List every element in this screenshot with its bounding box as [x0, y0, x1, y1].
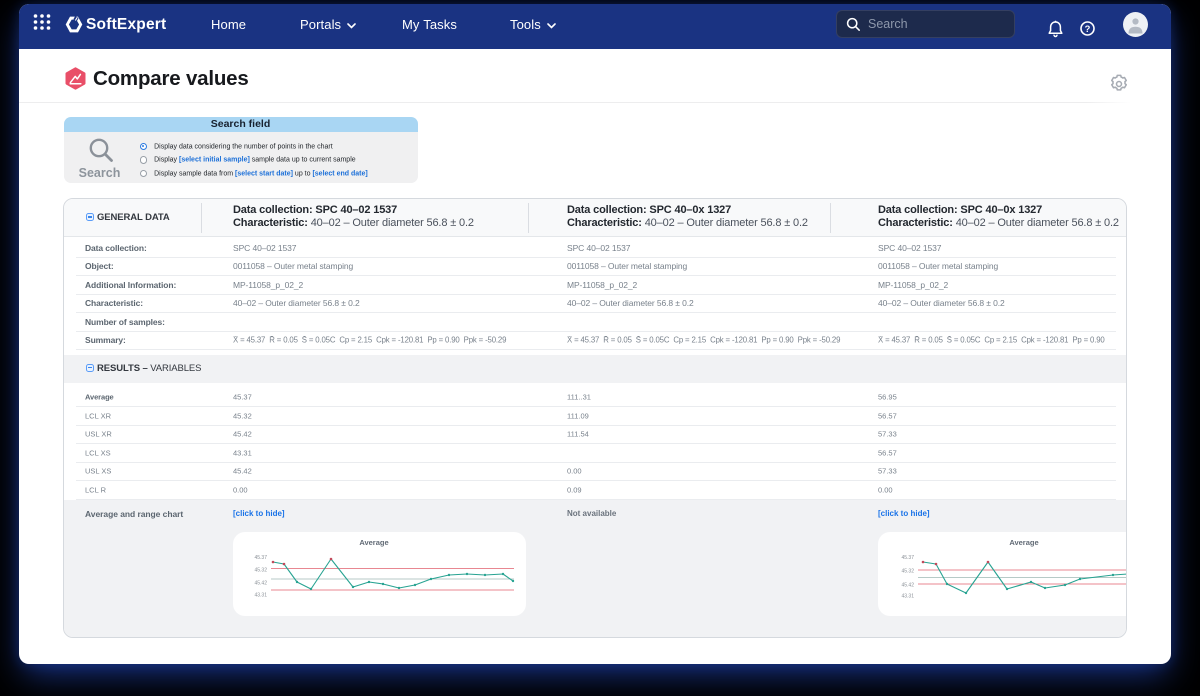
svg-text:Average: Average	[359, 538, 388, 547]
svg-text:45.32: 45.32	[254, 568, 267, 574]
svg-text:45.37: 45.37	[254, 555, 267, 561]
svg-text:43.31: 43.31	[254, 593, 267, 599]
svg-text:?: ?	[1085, 22, 1091, 33]
svg-text:45.32: 45.32	[901, 569, 914, 575]
svg-text:45.37: 45.37	[901, 555, 914, 561]
svg-text:45.42: 45.42	[254, 581, 267, 587]
svg-text:43.31: 43.31	[901, 594, 914, 600]
svg-text:Average: Average	[1009, 538, 1038, 547]
svg-text:45.42: 45.42	[901, 583, 914, 589]
